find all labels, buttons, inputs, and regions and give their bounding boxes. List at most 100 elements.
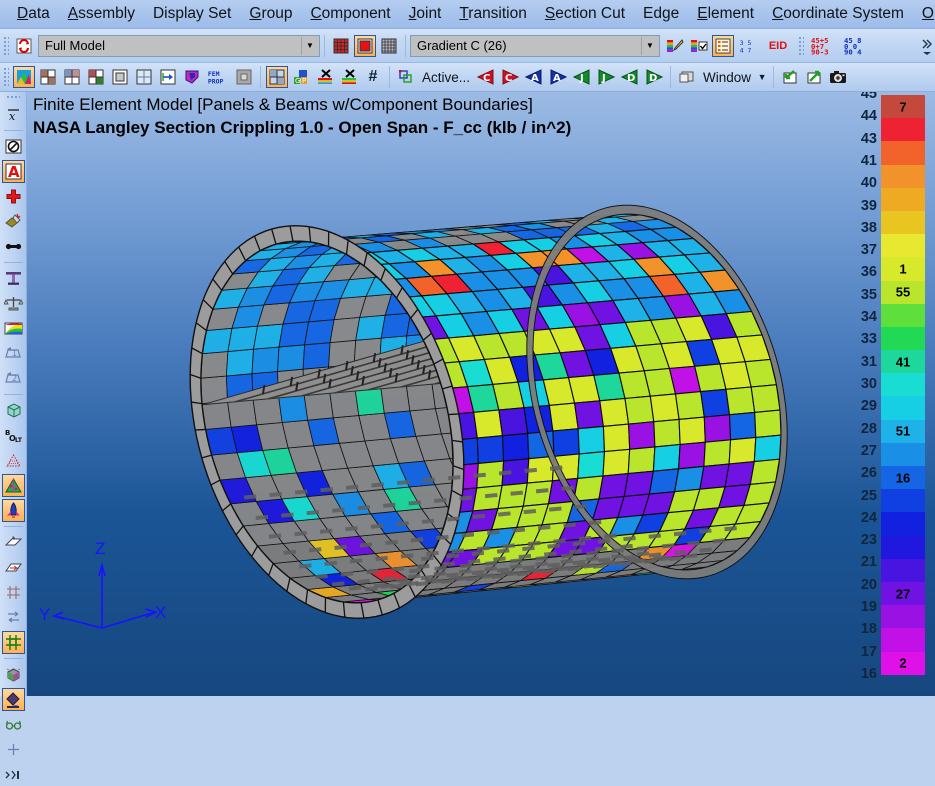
legend-band: 1 — [881, 257, 925, 280]
add-plus-icon[interactable] — [2, 185, 25, 208]
no-display-icon[interactable] — [2, 135, 25, 158]
menu-item-transition[interactable]: Transition — [450, 3, 536, 25]
node-label-group-icon[interactable]: 45+5 0+7 90-3 45 8 0 0 90 4 — [808, 35, 880, 57]
svg-text:90-3: 90-3 — [811, 47, 829, 56]
menu-bar: DataAssemblyDisplay SetGroupComponentJoi… — [0, 0, 935, 29]
paint-pour-icon[interactable] — [2, 688, 25, 711]
menu-item-options[interactable]: Options — [913, 3, 935, 25]
bolt-icon[interactable]: B O LT — [2, 424, 25, 447]
view-quad2-icon[interactable] — [61, 66, 83, 88]
viewport-title-line1: Finite Element Model [Panels & Beams w/C… — [33, 95, 533, 115]
import-icon[interactable] — [779, 66, 801, 88]
chevron-down-icon[interactable]: ▼ — [641, 37, 658, 55]
legend-tick: 36 — [847, 264, 877, 280]
fem-prop-icon[interactable]: FEM PROP — [205, 66, 231, 88]
window-icon[interactable] — [676, 66, 698, 88]
toolbar-overflow-icon[interactable] — [920, 35, 934, 57]
window-label[interactable]: Window — [699, 70, 755, 85]
legend-list-icon[interactable] — [712, 35, 734, 57]
view-grid4-icon[interactable] — [133, 66, 155, 88]
model-viewport[interactable]: Finite Element Model [Panels & Beams w/C… — [27, 92, 935, 696]
material-paint-icon[interactable] — [2, 210, 25, 233]
nav-d-prev-icon[interactable]: D — [619, 66, 641, 88]
palette-checkbox-icon[interactable] — [688, 35, 710, 57]
grid-green-icon[interactable] — [2, 631, 25, 654]
menu-item-component[interactable]: Component — [301, 3, 399, 25]
gradient-select[interactable]: Gradient C (26) ▼ — [410, 35, 660, 57]
svg-text:A: A — [8, 163, 20, 181]
menu-item-group[interactable]: Group — [240, 3, 301, 25]
menu-item-data[interactable]: Data — [8, 3, 59, 25]
node-numbers-icon[interactable]: 3 5 4 7 — [736, 35, 762, 57]
chevron-down-icon[interactable]: ▼ — [301, 37, 318, 55]
group-view-icon[interactable] — [266, 66, 288, 88]
menu-item-assembly[interactable]: Assembly — [59, 3, 144, 25]
cube-solid-icon[interactable] — [2, 399, 25, 422]
nav-j-prev-icon[interactable]: J — [571, 66, 593, 88]
cube-colored-icon[interactable] — [2, 663, 25, 686]
menu-item-edge[interactable]: Edge — [634, 3, 688, 25]
svg-text:90 4: 90 4 — [844, 47, 862, 56]
view-quad1-icon[interactable] — [37, 66, 59, 88]
refresh-model-icon[interactable] — [13, 35, 35, 57]
svg-text:PROP: PROP — [208, 77, 224, 85]
export-icon[interactable] — [803, 66, 825, 88]
legend-band-count: 7 — [881, 99, 925, 114]
nav-c-next-icon[interactable]: C — [499, 66, 521, 88]
load-case-1-icon[interactable]: 1 — [2, 342, 25, 365]
delete-contour2-icon[interactable] — [338, 66, 360, 88]
view-shaded-icon[interactable] — [13, 66, 35, 88]
contour-legend: 4544434140393837363534333130292827262524… — [847, 92, 927, 696]
cross-hairs-icon[interactable] — [2, 581, 25, 604]
view-transition-icon[interactable] — [157, 66, 179, 88]
average-x-icon[interactable]: x — [2, 103, 25, 126]
active-label[interactable]: Active... — [418, 70, 474, 85]
mesh-green-icon[interactable] — [2, 474, 25, 497]
toolbar-gripper-2[interactable] — [2, 66, 9, 88]
plane-arrow-icon[interactable] — [2, 556, 25, 579]
menu-item-joint[interactable]: Joint — [400, 3, 451, 25]
sidebar-overflow-icon[interactable] — [2, 763, 25, 786]
nav-d-next-icon[interactable]: D — [643, 66, 665, 88]
edit-palette-icon[interactable] — [664, 35, 686, 57]
contour-fill-icon[interactable] — [354, 35, 376, 57]
hash-icon[interactable]: # — [362, 66, 384, 88]
menu-item-coordinate-system[interactable]: Coordinate System — [763, 3, 913, 25]
model-select[interactable]: Full Model ▼ — [38, 35, 320, 57]
glasses-icon[interactable] — [2, 713, 25, 736]
active-group-icon[interactable] — [395, 66, 417, 88]
legend-band — [881, 536, 925, 559]
view-blank-icon[interactable] — [233, 66, 255, 88]
sidebar-gripper[interactable] — [6, 95, 20, 100]
mesh-pattern-icon[interactable] — [2, 449, 25, 472]
view-center-icon[interactable] — [109, 66, 131, 88]
contour-mesh-icon[interactable] — [378, 35, 400, 57]
menu-item-section-cut[interactable]: Section Cut — [536, 3, 634, 25]
beam-element-icon[interactable] — [2, 235, 25, 258]
contour-grid-icon[interactable] — [330, 35, 352, 57]
legend-band — [881, 304, 925, 327]
group-property-icon[interactable]: G P — [290, 66, 312, 88]
toolbar-gripper[interactable] — [2, 35, 9, 57]
rocket-icon[interactable] — [2, 499, 25, 522]
delete-contour-icon[interactable] — [314, 66, 336, 88]
balance-scale-icon[interactable] — [2, 292, 25, 315]
load-case-2-icon[interactable]: 2 — [2, 367, 25, 390]
plane-flip-icon[interactable] — [2, 531, 25, 554]
menu-item-display-set[interactable]: Display Set — [144, 3, 240, 25]
view-magenta-shape-icon[interactable] — [181, 66, 203, 88]
nav-j-next-icon[interactable]: J — [595, 66, 617, 88]
nav-c-prev-icon[interactable]: C — [475, 66, 497, 88]
crosshair-small-icon[interactable] — [2, 738, 25, 761]
element-id-icon[interactable]: EID — [764, 35, 792, 57]
menu-item-element[interactable]: Element — [688, 3, 763, 25]
nav-a-prev-icon[interactable]: A — [523, 66, 545, 88]
flip-arrow-icon[interactable] — [2, 606, 25, 629]
window-dropdown-icon[interactable]: ▼ — [756, 66, 768, 88]
gradient-legend-icon[interactable] — [2, 317, 25, 340]
nav-a-next-icon[interactable]: A — [547, 66, 569, 88]
text-annotation-icon[interactable]: A — [2, 160, 25, 183]
camera-icon[interactable] — [827, 66, 849, 88]
section-tee-icon[interactable] — [2, 267, 25, 290]
view-quad3-icon[interactable] — [85, 66, 107, 88]
